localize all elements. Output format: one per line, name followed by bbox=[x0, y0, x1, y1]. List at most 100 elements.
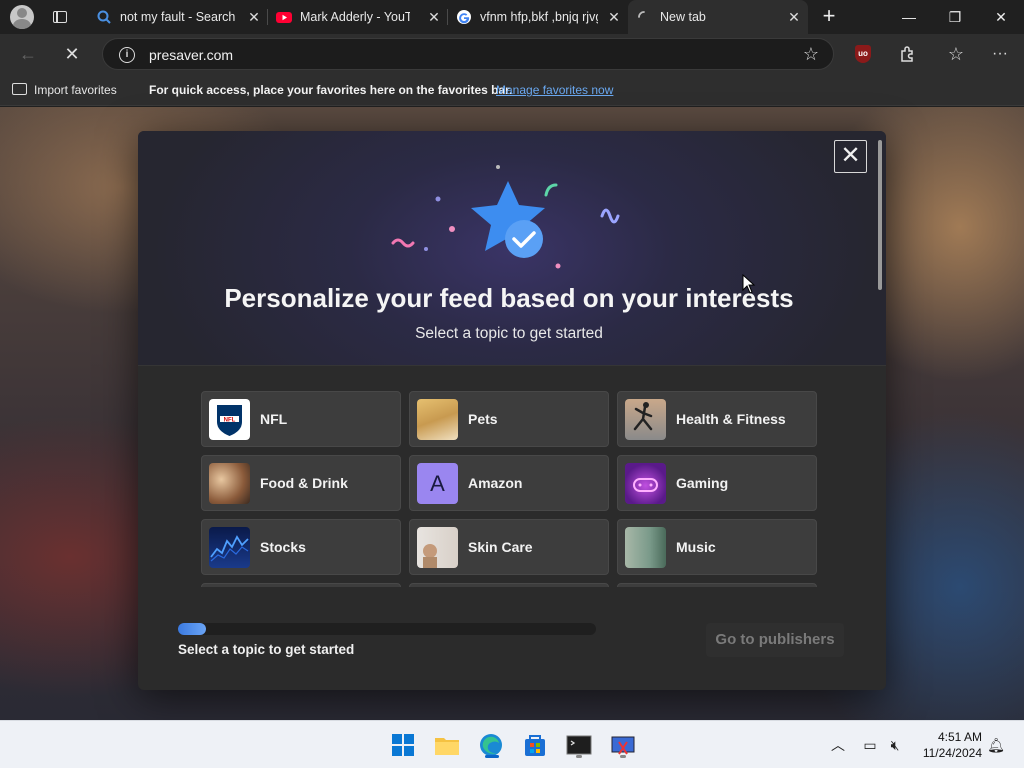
tab-actions-menu-icon[interactable] bbox=[48, 6, 72, 28]
topic-tile-pets[interactable]: Pets bbox=[409, 391, 609, 447]
show-hidden-icons-chevron-icon[interactable]: ︿ bbox=[828, 735, 848, 755]
notification-bell-icon[interactable]: 🔔︎ bbox=[986, 735, 1006, 755]
file-explorer-icon[interactable] bbox=[431, 729, 463, 761]
tab-title: not my fault - Search bbox=[120, 10, 236, 24]
go-to-publishers-button[interactable]: Go to publishers bbox=[706, 623, 844, 657]
topic-tile-more[interactable] bbox=[201, 583, 401, 587]
restore-button[interactable]: ❐ bbox=[932, 0, 978, 34]
topic-tile-food-drink[interactable]: Food & Drink bbox=[201, 455, 401, 511]
bing-search-icon bbox=[97, 10, 111, 24]
skincare-photo-icon bbox=[417, 527, 458, 568]
amazon-letter-icon: A bbox=[417, 463, 458, 504]
music-photo-icon bbox=[625, 527, 666, 568]
topic-name: Amazon bbox=[468, 475, 523, 491]
edge-icon[interactable] bbox=[475, 729, 507, 761]
clock-date: 11/24/2024 bbox=[922, 746, 982, 760]
minimize-button[interactable]: — bbox=[886, 0, 932, 34]
back-arrow-icon[interactable]: ← bbox=[14, 42, 42, 66]
google-icon bbox=[457, 10, 471, 24]
dialog-headline: Personalize your feed based on your inte… bbox=[224, 283, 794, 313]
edge-active-indicator bbox=[485, 755, 499, 758]
dialog-scrollbar[interactable] bbox=[878, 140, 882, 290]
progress-hint-text: Select a topic to get started bbox=[178, 642, 355, 657]
topic-tile-more[interactable] bbox=[617, 583, 817, 587]
import-favorites-button[interactable]: Import favorites bbox=[34, 83, 117, 97]
favorites-bar: Import favorites For quick access, place… bbox=[0, 74, 1024, 106]
tab-close-icon[interactable]: ✕ bbox=[786, 9, 802, 25]
tab-title: vfnm hfp,bkf ,bnjq rjvg bbox=[480, 10, 598, 24]
url-text[interactable]: presaver.com bbox=[149, 47, 233, 63]
topic-name: Skin Care bbox=[468, 539, 533, 555]
topic-tile-gaming[interactable]: Gaming bbox=[617, 455, 817, 511]
stop-loading-icon[interactable]: ✕ bbox=[58, 42, 86, 66]
tab-google[interactable]: vfnm hfp,bkf ,bnjq rjvg ✕ bbox=[448, 0, 628, 34]
more-menu-icon[interactable]: ··· bbox=[986, 42, 1014, 66]
fitness-photo-icon bbox=[625, 399, 666, 440]
windows-taskbar: ︿ ▭ 🔇︎ 4:51 AM 11/24/2024 🔔︎ bbox=[0, 720, 1024, 768]
import-favorites-icon[interactable] bbox=[12, 83, 27, 95]
topic-name: Pets bbox=[468, 411, 498, 427]
windows-start-icon[interactable] bbox=[387, 729, 419, 761]
tab-strip: not my fault - Search ✕ Mark Adderly - Y… bbox=[0, 0, 1024, 34]
topic-name: Music bbox=[676, 539, 716, 555]
ublock-origin-icon[interactable]: uo bbox=[855, 45, 871, 63]
dialog-hero: ✕ Personalize your feed based on your in… bbox=[138, 131, 886, 366]
close-dialog-button[interactable]: ✕ bbox=[834, 140, 867, 173]
tab-search[interactable]: not my fault - Search ✕ bbox=[88, 0, 268, 34]
tab-close-icon[interactable]: ✕ bbox=[246, 9, 262, 25]
tab-youtube[interactable]: Mark Adderly - YouTube ✕ bbox=[268, 0, 448, 34]
network-icon[interactable]: ▭ bbox=[860, 735, 880, 755]
tab-title: New tab bbox=[660, 10, 706, 24]
microsoft-store-icon[interactable] bbox=[519, 729, 551, 761]
site-info-icon[interactable]: i bbox=[119, 47, 135, 63]
topic-tile-amazon[interactable]: A Amazon bbox=[409, 455, 609, 511]
dialog-subline: Select a topic to get started bbox=[415, 325, 603, 342]
address-bar[interactable]: i presaver.com ☆ bbox=[102, 38, 834, 70]
topic-tile-nfl[interactable]: NFL NFL bbox=[201, 391, 401, 447]
topic-name: Food & Drink bbox=[260, 475, 348, 491]
extensions-icon[interactable] bbox=[894, 42, 922, 66]
favorites-collection-icon[interactable]: ☆ bbox=[942, 42, 970, 66]
favorites-hint: For quick access, place your favorites h… bbox=[149, 83, 513, 97]
star-checkmark-illustration bbox=[391, 165, 620, 269]
tab-close-icon[interactable]: ✕ bbox=[606, 9, 622, 25]
system-clock[interactable]: 4:51 AM 11/24/2024 bbox=[912, 729, 982, 761]
topic-name: Health & Fitness bbox=[676, 411, 786, 427]
manage-favorites-link[interactable]: Manage favorites now bbox=[496, 83, 613, 97]
selection-progress-bar bbox=[178, 623, 596, 635]
topic-tile-skin-care[interactable]: Skin Care bbox=[409, 519, 609, 575]
food-photo-icon bbox=[209, 463, 250, 504]
profile-avatar[interactable] bbox=[10, 5, 34, 29]
tab-close-icon[interactable]: ✕ bbox=[426, 9, 442, 25]
close-window-button[interactable]: ✕ bbox=[978, 0, 1024, 34]
topic-tile-more[interactable] bbox=[409, 583, 609, 587]
mouse-cursor-icon bbox=[742, 274, 756, 294]
terminal-open-indicator bbox=[576, 755, 582, 758]
loading-spinner-icon bbox=[638, 11, 645, 18]
clock-time: 4:51 AM bbox=[937, 730, 982, 744]
gaming-photo-icon bbox=[625, 463, 666, 504]
selection-progress-fill bbox=[178, 623, 206, 635]
topic-tile-music[interactable]: Music bbox=[617, 519, 817, 575]
youtube-icon bbox=[276, 12, 292, 23]
pets-photo-icon bbox=[417, 399, 458, 440]
topic-tile-stocks[interactable]: Stocks bbox=[201, 519, 401, 575]
topic-name: Gaming bbox=[676, 475, 729, 491]
snipping-tool-icon[interactable] bbox=[607, 729, 639, 761]
stocks-photo-icon bbox=[209, 527, 250, 568]
favorite-star-icon[interactable]: ☆ bbox=[803, 44, 819, 65]
profile-head bbox=[17, 8, 27, 18]
topic-name: Stocks bbox=[260, 539, 306, 555]
topic-name: NFL bbox=[260, 411, 288, 427]
snipping-open-indicator bbox=[620, 755, 626, 758]
personalize-feed-dialog: ✕ Personalize your feed based on your in… bbox=[138, 131, 886, 690]
svg-text:NFL: NFL bbox=[224, 418, 236, 424]
topic-grid: NFL NFL Pets Health & Fitness Food & Dri… bbox=[201, 391, 821, 587]
profile-body bbox=[13, 19, 31, 29]
new-tab-button[interactable]: + bbox=[816, 5, 842, 29]
terminal-icon[interactable] bbox=[563, 729, 595, 761]
topic-tile-health-fitness[interactable]: Health & Fitness bbox=[617, 391, 817, 447]
volume-muted-icon[interactable]: 🔇︎ bbox=[885, 735, 905, 755]
tab-new-tab[interactable]: New tab ✕ bbox=[628, 0, 808, 34]
nfl-logo-icon: NFL bbox=[209, 399, 250, 440]
